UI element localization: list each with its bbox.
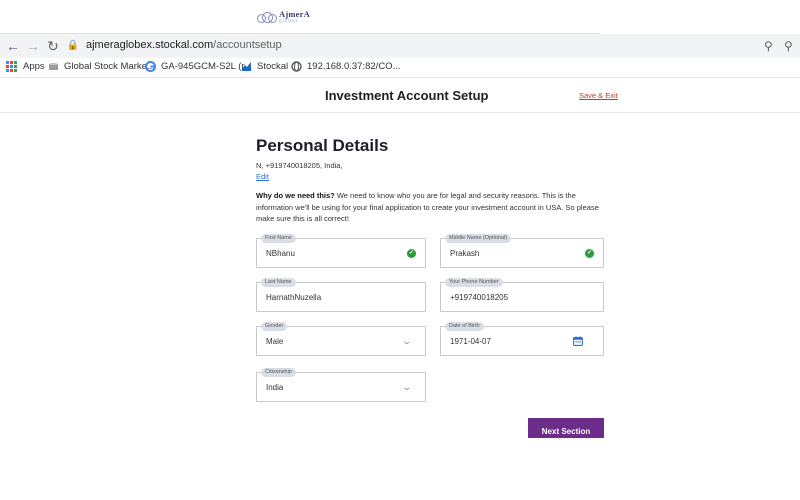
url-field[interactable]: ajmeraglobex.stockal.com/accountsetup [86,39,282,51]
bookmark-global-stock[interactable]: Global Stock Marke... [48,61,155,72]
bookmark-local-ip[interactable]: 192.168.0.37:82/CO... [291,61,400,72]
page-header-title: Investment Account Setup [325,88,489,103]
middle-name-field[interactable]: Middle Name (Optional) Prakash ✓ [440,234,604,268]
save-exit-link[interactable]: Save & Exit [579,91,618,100]
field-label: Gender [261,322,288,331]
field-value: +919740018205 [450,293,509,302]
bookmark-stockal[interactable]: Stockal [241,61,288,72]
globe-icon [291,61,302,72]
check-circle-icon: ✓ [585,249,594,258]
last-name-field[interactable]: Last Name HarnathNuzella [256,278,426,312]
google-icon [145,61,156,72]
field-value: Male [266,337,284,346]
reload-icon[interactable]: ↻ [46,39,60,53]
field-label: Last Name [261,278,296,287]
url-path: /accountsetup [213,39,282,51]
browser-tab-strip [0,0,800,34]
bookmark-label: Stockal [257,61,289,72]
url-host: ajmeraglobex.stockal.com [86,39,214,51]
apps-grid-icon [6,61,17,72]
key-icon[interactable]: ⚲ [764,39,773,53]
field-value: NBhanu [266,249,295,258]
bookmark-ga945[interactable]: GA-945GCM-S2L (r... [145,61,252,72]
bookmark-page-icon [49,63,58,70]
ajmera-globex-logo[interactable]: AjmerA globex [257,8,315,28]
address-bar-row: ← → ↻ 🔒 ajmeraglobex.stockal.com/account… [0,34,800,58]
bookmark-label: GA-945GCM-S2L (r... [161,61,252,72]
field-label: Citizenship [261,368,296,377]
phone-number-field[interactable]: Your Phone Number +919740018205 [440,278,604,312]
why-explanation: Why do we need this? We need to know who… [256,190,606,225]
bookmarks-bar: Apps Global Stock Marke... GA-945GCM-S2L… [0,58,800,78]
bookmark-label: Apps [23,61,45,72]
logo-text: AjmerA globex [279,9,310,24]
logo-mark-icon [257,11,279,25]
bookmark-apps[interactable]: Apps [6,61,45,72]
field-value: HarnathNuzella [266,293,322,302]
stockal-icon [242,62,251,71]
citizenship-select[interactable]: Citizenship India ⌄ [256,368,426,402]
check-circle-icon: ✓ [407,249,416,258]
date-of-birth-field[interactable]: Date of Birth 1971-04-07 [440,322,604,356]
chevron-down-icon: ⌄ [401,336,413,346]
field-value: 1971-04-07 [450,337,491,346]
chevron-down-icon: ⌄ [401,382,413,392]
first-name-field[interactable]: First Name NBhanu ✓ [256,234,426,268]
zoom-icon[interactable]: ⚲ [784,39,793,53]
field-value: Prakash [450,249,480,258]
page-title: Personal Details [256,136,389,155]
gender-select[interactable]: Gender Male ⌄ [256,322,426,356]
next-section-button[interactable]: Next Section [528,418,604,438]
calendar-icon[interactable] [573,336,583,346]
field-value: India [266,383,284,392]
bookmark-label: Global Stock Marke... [64,61,155,72]
lock-icon[interactable]: 🔒 [66,39,80,53]
bookmark-label: 192.168.0.37:82/CO... [307,61,401,72]
field-label: Date of Birth [445,322,484,331]
edit-link[interactable]: Edit [256,172,269,181]
field-label: First Name [261,234,296,243]
back-arrow-icon[interactable]: ← [6,39,20,53]
field-label: Your Phone Number [445,278,503,287]
logo-subtext: globex [279,19,299,24]
forward-arrow-icon[interactable]: → [26,39,40,53]
contact-summary: N, +919740018205, India, [256,161,343,170]
field-label: Middle Name (Optional) [445,234,512,243]
why-heading: Why do we need this? [256,191,335,200]
